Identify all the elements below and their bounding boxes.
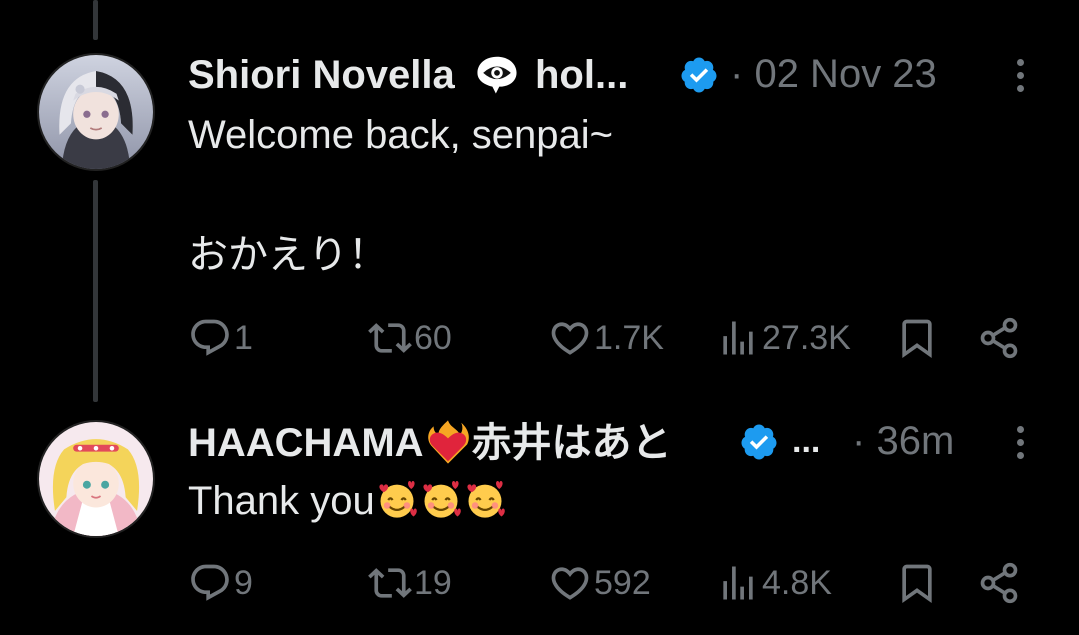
heart-icon	[551, 567, 589, 600]
retweet-count: 19	[414, 564, 452, 602]
bookmark-button[interactable]	[895, 561, 939, 605]
verified-badge-icon[interactable]	[739, 422, 779, 462]
views-chart-icon	[723, 566, 753, 600]
retweet-button[interactable]: 19	[368, 561, 452, 605]
retweet-icon	[368, 323, 412, 353]
retweet-count: 60	[414, 319, 452, 357]
more-options-icon[interactable]	[1013, 59, 1027, 99]
tweet-text-line: おかえり！	[188, 233, 388, 277]
author-name-suffix: hol...	[535, 53, 629, 97]
author-name[interactable]: HAACHAMA 赤井はあと	[188, 418, 672, 466]
name-ellipsis: ...	[792, 422, 821, 460]
smiling-face-with-hearts-icon	[379, 481, 417, 518]
separator-dot: ·	[730, 52, 744, 96]
retweet-button[interactable]: 60	[368, 316, 452, 360]
reply-count: 1	[234, 319, 253, 357]
author-name-suffix: 赤井はあと	[471, 421, 672, 465]
timestamp[interactable]: 36m	[876, 419, 954, 463]
like-button[interactable]: 1.7K	[548, 316, 664, 360]
share-icon	[980, 562, 1018, 604]
views-chart-icon	[723, 321, 753, 355]
tweet-text-content: Thank you	[188, 479, 375, 523]
smiling-face-with-hearts-icon	[467, 481, 505, 518]
reply-icon	[191, 319, 229, 356]
reply-button[interactable]: 9	[188, 561, 253, 605]
bookmark-button[interactable]	[895, 316, 939, 360]
retweet-icon	[368, 568, 412, 598]
avatar-haachama-image	[39, 422, 153, 536]
tweet-meta: · 36m	[852, 418, 954, 464]
like-button[interactable]: 592	[548, 561, 651, 605]
view-count: 27.3K	[762, 319, 851, 357]
share-button[interactable]	[977, 561, 1021, 605]
avatar[interactable]	[37, 53, 155, 171]
author-name-text: Shiori Novella	[188, 53, 455, 97]
tweet-meta: · 02 Nov 23	[730, 51, 937, 97]
like-count: 1.7K	[594, 319, 664, 357]
thread-line	[93, 0, 98, 40]
heart-icon	[551, 322, 589, 355]
eye-in-speech-bubble-icon	[477, 56, 517, 94]
author-name[interactable]: Shiori Novella hol...	[188, 51, 628, 98]
separator-dot: ·	[852, 419, 866, 463]
bookmark-icon	[902, 319, 932, 359]
tweet-text: Thank you	[188, 478, 507, 524]
reply-button[interactable]: 1	[188, 316, 253, 360]
author-name-text: HAACHAMA	[188, 421, 424, 465]
views-button[interactable]: 27.3K	[716, 316, 851, 360]
avatar-shiori-image	[39, 55, 153, 169]
share-icon	[980, 317, 1018, 359]
reply-count: 9	[234, 564, 253, 602]
tweet-text-line: Welcome back, senpai~	[188, 113, 614, 157]
share-button[interactable]	[977, 316, 1021, 360]
thread-line	[93, 180, 98, 402]
timestamp[interactable]: 02 Nov 23	[754, 52, 936, 96]
more-options-icon[interactable]	[1013, 426, 1027, 466]
smiling-face-with-hearts-icon	[423, 481, 461, 518]
verified-badge-icon[interactable]	[679, 55, 719, 95]
view-count: 4.8K	[762, 564, 832, 602]
reply-icon	[191, 564, 229, 601]
like-count: 592	[594, 564, 651, 602]
bookmark-icon	[902, 564, 932, 604]
avatar[interactable]	[37, 420, 155, 538]
heart-on-fire-icon	[427, 420, 469, 464]
views-button[interactable]: 4.8K	[716, 561, 832, 605]
